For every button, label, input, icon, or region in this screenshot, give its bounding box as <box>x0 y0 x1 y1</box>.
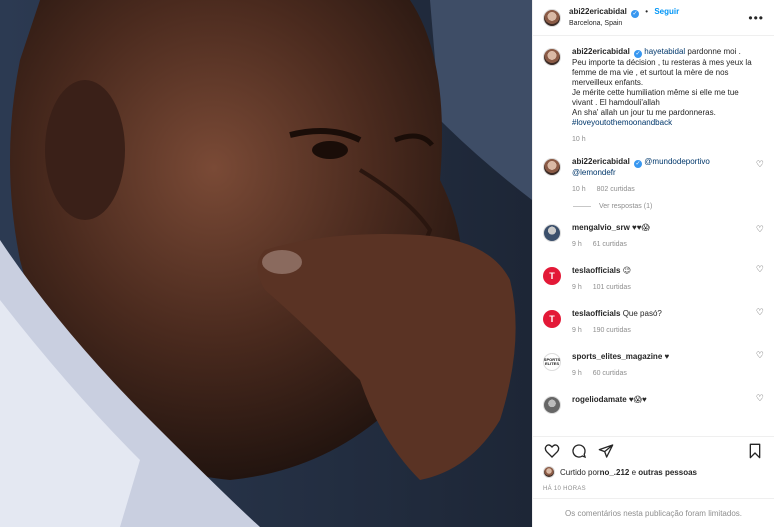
verified-icon: ✓ <box>634 160 643 168</box>
commenter-avatar[interactable] <box>543 224 561 242</box>
verified-icon: ✓ <box>634 50 643 58</box>
like-comment-heart-icon[interactable]: ♡ <box>756 224 764 235</box>
separator-dot: • <box>645 7 649 16</box>
commenter-avatar[interactable]: SPORTS ELITES <box>543 353 561 371</box>
caption-author-avatar[interactable] <box>543 48 561 66</box>
post-actions <box>533 436 774 464</box>
instagram-post: abi22ericabidal ✓ • Seguir Barcelona, Sp… <box>0 0 774 527</box>
like-comment-heart-icon[interactable]: ♡ <box>756 350 764 361</box>
comment-mention[interactable]: @lemondefr <box>572 168 752 178</box>
commenter-avatar[interactable]: T <box>543 310 561 328</box>
like-comment-heart-icon[interactable]: ♡ <box>756 159 764 170</box>
comment-icon[interactable] <box>570 442 588 460</box>
comment-time: 10 h <box>572 186 586 193</box>
comment-item: abi22ericabidal ✓ @mundodeportivo @lemon… <box>543 145 764 195</box>
caption-username[interactable]: abi22ericabidal <box>572 47 630 56</box>
caption-mention[interactable]: hayetabidal <box>644 47 685 56</box>
liker-username[interactable]: no_.212 <box>600 468 630 477</box>
view-replies-button[interactable]: Ver respostas (1) <box>573 203 764 210</box>
follow-button[interactable]: Seguir <box>654 7 679 16</box>
comment-likes[interactable]: 101 curtidas <box>593 284 631 291</box>
likes-prefix: Curtido por <box>560 467 600 477</box>
like-comment-heart-icon[interactable]: ♡ <box>756 264 764 275</box>
comment-likes[interactable]: 60 curtidas <box>593 370 627 377</box>
caption-line-3: An sha' allah un jour tu me pardonneras. <box>572 108 716 117</box>
liker-avatar[interactable] <box>543 466 555 478</box>
post-header: abi22ericabidal ✓ • Seguir Barcelona, Sp… <box>533 0 774 36</box>
comment-body: rogeliodamate ♥😱♥ <box>572 395 764 414</box>
comment-mention[interactable]: @mundodeportivo <box>644 157 710 166</box>
comment-item: rogeliodamate ♥😱♥ ♡ <box>543 379 764 414</box>
comments-list[interactable]: abi22ericabidal ✓ hayetabidal pardonne m… <box>533 37 774 435</box>
view-replies-label: Ver respostas (1) <box>599 203 653 210</box>
author-info: abi22ericabidal ✓ • Seguir Barcelona, Sp… <box>569 6 679 29</box>
comment-meta: 9 h 101 curtidas <box>572 283 752 293</box>
tesla-logo-icon: T <box>549 271 555 281</box>
comment-item: T teslaofficials 😉 9 h 101 curtidas ♡ <box>543 250 764 293</box>
post-photo[interactable] <box>0 0 532 527</box>
comment-meta: 9 h 60 curtidas <box>572 369 752 379</box>
other-likers-link[interactable]: outras pessoas <box>638 468 697 477</box>
comment-body: teslaofficials Que pasó? 9 h 190 curtida… <box>572 309 764 336</box>
verified-icon: ✓ <box>631 10 640 18</box>
post-timestamp[interactable]: HÁ 10 HORAS <box>543 486 586 492</box>
comment-username[interactable]: teslaofficials <box>572 266 620 275</box>
author-username[interactable]: abi22ericabidal <box>569 7 627 16</box>
comment-body: sports_elites_magazine ♥ 9 h 60 curtidas <box>572 352 764 379</box>
comment-username[interactable]: teslaofficials <box>572 309 620 318</box>
comment-item: SPORTS ELITES sports_elites_magazine ♥ 9… <box>543 336 764 379</box>
author-avatar[interactable] <box>543 8 561 27</box>
caption-time: 10 h <box>572 136 586 143</box>
bookmark-icon[interactable] <box>746 442 764 460</box>
share-icon[interactable] <box>597 442 615 460</box>
comment-time: 9 h <box>572 370 582 377</box>
comment-likes[interactable]: 190 curtidas <box>593 327 631 334</box>
caption-line-2: Je mérite cette humiliation même si elle… <box>572 88 739 107</box>
portrait-illustration <box>0 0 532 527</box>
more-icon[interactable]: ••• <box>748 11 764 25</box>
comment-username[interactable]: rogeliodamate <box>572 395 627 404</box>
comment-username[interactable]: abi22ericabidal <box>572 157 630 166</box>
comment-time: 9 h <box>572 284 582 291</box>
comment-username[interactable]: sports_elites_magazine <box>572 352 662 361</box>
comment-text: 😉 <box>622 266 632 275</box>
comment-item: mengalvio_srw ♥♥😱 9 h 61 curtidas ♡ <box>543 210 764 250</box>
like-comment-heart-icon[interactable]: ♡ <box>756 307 764 318</box>
comment-meta: 10 h 802 curtidas <box>572 185 752 195</box>
commenter-avatar[interactable] <box>543 158 561 176</box>
post-side-panel: abi22ericabidal ✓ • Seguir Barcelona, Sp… <box>532 0 774 527</box>
sports-elites-logo: SPORTS ELITES <box>543 357 561 366</box>
comment-likes[interactable]: 61 curtidas <box>593 241 627 248</box>
comment-meta: 9 h 190 curtidas <box>572 326 752 336</box>
comment-item: T teslaofficials Que pasó? 9 h 190 curti… <box>543 293 764 336</box>
comment-likes[interactable]: 802 curtidas <box>597 186 635 193</box>
commenter-avatar[interactable]: T <box>543 267 561 285</box>
post-location[interactable]: Barcelona, Spain <box>569 18 679 29</box>
comment-text: Que pasó? <box>622 309 662 318</box>
comment-username[interactable]: mengalvio_srw <box>572 223 630 232</box>
comments-limited-notice: Os comentários nesta publicação foram li… <box>533 498 774 527</box>
comment-text: ♥♥😱 <box>632 223 650 232</box>
comment-meta: 9 h 61 curtidas <box>572 240 752 250</box>
caption-body: abi22ericabidal ✓ hayetabidal pardonne m… <box>572 47 764 145</box>
caption-hashtag[interactable]: #loveyoutothemoonandback <box>572 118 752 128</box>
comment-time: 9 h <box>572 241 582 248</box>
comment-body: mengalvio_srw ♥♥😱 9 h 61 curtidas <box>572 223 764 250</box>
post-caption: abi22ericabidal ✓ hayetabidal pardonne m… <box>543 37 764 145</box>
comment-text: ♥😱♥ <box>628 395 647 404</box>
likes-summary: Curtido por no_.212 e outras pessoas <box>543 466 764 478</box>
likes-suffix: e <box>629 467 639 477</box>
tesla-logo-icon: T <box>549 314 555 324</box>
comment-body: abi22ericabidal ✓ @mundodeportivo @lemon… <box>572 157 764 195</box>
comment-text: ♥ <box>664 352 670 361</box>
comment-body: teslaofficials 😉 9 h 101 curtidas <box>572 266 764 293</box>
replies-line <box>573 206 591 207</box>
like-comment-heart-icon[interactable]: ♡ <box>756 393 764 404</box>
comment-time: 9 h <box>572 327 582 334</box>
heart-icon[interactable] <box>543 442 561 460</box>
commenter-avatar[interactable] <box>543 396 561 414</box>
